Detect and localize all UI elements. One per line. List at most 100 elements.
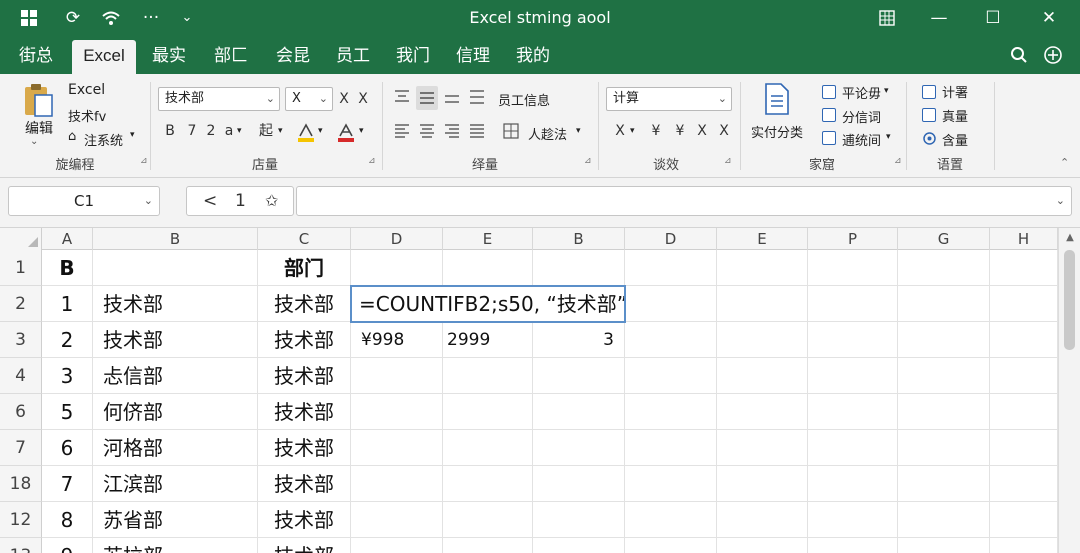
cell-b1[interactable]: [93, 250, 258, 286]
cell-a6[interactable]: 6: [42, 430, 93, 466]
empty-cell[interactable]: [990, 322, 1058, 358]
empty-cell[interactable]: [990, 394, 1058, 430]
empty-cell[interactable]: [533, 538, 625, 553]
justify-icon[interactable]: [468, 122, 486, 140]
empty-cell[interactable]: [808, 502, 898, 538]
empty-cell[interactable]: [533, 502, 625, 538]
document-icon[interactable]: [762, 82, 792, 116]
border-button[interactable]: 起: [257, 120, 275, 142]
sheet-icon[interactable]: [922, 108, 936, 122]
empty-cell[interactable]: [898, 394, 990, 430]
empty-cell[interactable]: [533, 250, 625, 286]
chevron-down-icon[interactable]: ▾: [884, 86, 889, 96]
name-box[interactable]: C1 ⌄: [8, 186, 160, 216]
row-header[interactable]: 4: [0, 358, 42, 394]
underline-button[interactable]: 2: [203, 120, 219, 142]
empty-cell[interactable]: [990, 466, 1058, 502]
empty-cell[interactable]: [625, 502, 717, 538]
tab-5[interactable]: 会昆: [266, 40, 320, 74]
cell-b7[interactable]: 江滨部: [93, 466, 258, 502]
empty-cell[interactable]: [625, 358, 717, 394]
empty-cell[interactable]: [808, 466, 898, 502]
empty-cell[interactable]: [351, 430, 443, 466]
cell-b9[interactable]: 苏拉部: [93, 538, 258, 553]
empty-cell[interactable]: [443, 394, 533, 430]
cell-c1[interactable]: 部门: [258, 250, 351, 286]
cell-b4[interactable]: 忐信部: [93, 358, 258, 394]
empty-cell[interactable]: [351, 250, 443, 286]
font-color-icon[interactable]: [336, 122, 356, 144]
cell-a8[interactable]: 8: [42, 502, 93, 538]
ribbon-item-g6-3[interactable]: 含量: [942, 130, 968, 149]
empty-cell[interactable]: [443, 538, 533, 553]
merge-icon[interactable]: [503, 123, 519, 139]
formula-cell[interactable]: =COUNTIFB2;s50, “技术部”: [351, 286, 627, 322]
formula-input[interactable]: ⌄: [296, 186, 1072, 216]
row-header[interactable]: 3: [0, 322, 42, 358]
empty-cell[interactable]: [625, 538, 717, 553]
column-header-k[interactable]: H: [990, 228, 1058, 250]
chevron-down-icon[interactable]: ▾: [130, 130, 135, 140]
launcher-icon[interactable]: ⊿: [140, 156, 148, 166]
empty-cell[interactable]: [533, 358, 625, 394]
row-header[interactable]: 2: [0, 286, 42, 322]
row-header[interactable]: 1: [0, 250, 42, 286]
ribbon-item-g5-1[interactable]: 平论毋: [842, 83, 881, 102]
empty-cell[interactable]: [717, 502, 808, 538]
empty-cell[interactable]: [533, 466, 625, 502]
column-header-a[interactable]: A: [42, 228, 93, 250]
empty-cell[interactable]: [898, 250, 990, 286]
close-icon[interactable]: ✕: [1034, 0, 1064, 36]
empty-cell[interactable]: [808, 430, 898, 466]
font-combo[interactable]: 技术部 ⌄: [158, 87, 280, 111]
empty-cell[interactable]: [808, 538, 898, 553]
empty-cell[interactable]: [443, 466, 533, 502]
ribbon-item-g5-3[interactable]: 逋统间: [842, 130, 881, 149]
shrink-font-button[interactable]: X: [356, 88, 370, 110]
empty-cell[interactable]: [443, 250, 533, 286]
vertical-scrollbar[interactable]: ▲: [1058, 228, 1080, 553]
ribbon-item-note[interactable]: 注系统: [84, 130, 123, 149]
comment-icon[interactable]: ⌂: [68, 129, 76, 144]
empty-cell[interactable]: [717, 322, 808, 358]
empty-cell[interactable]: [625, 322, 717, 358]
empty-cell[interactable]: [625, 394, 717, 430]
nav-back-button[interactable]: <: [203, 187, 217, 215]
empty-cell[interactable]: [808, 322, 898, 358]
row-header[interactable]: 6: [0, 394, 42, 430]
empty-cell[interactable]: [717, 538, 808, 553]
add-icon[interactable]: [1038, 40, 1068, 70]
format-button-4[interactable]: X: [694, 120, 710, 142]
empty-cell[interactable]: [990, 502, 1058, 538]
strike-button[interactable]: a: [221, 120, 237, 142]
empty-cell[interactable]: [717, 358, 808, 394]
nav-value[interactable]: 1: [235, 187, 246, 215]
column-header-f[interactable]: B: [533, 228, 625, 250]
ribbon-item-g6-2[interactable]: 真量: [942, 106, 968, 125]
grow-font-button[interactable]: X: [337, 88, 351, 110]
tab-4[interactable]: 部匚: [204, 40, 258, 74]
paste-icon[interactable]: [22, 82, 54, 118]
column-header-e[interactable]: E: [443, 228, 533, 250]
align-bottom-icon[interactable]: [443, 88, 461, 106]
cell-f3[interactable]: 3: [533, 322, 625, 358]
column-header-h[interactable]: E: [717, 228, 808, 250]
fill-color-icon[interactable]: [296, 122, 316, 144]
empty-cell[interactable]: [625, 250, 717, 286]
empty-cell[interactable]: [898, 322, 990, 358]
empty-cell[interactable]: [625, 430, 717, 466]
chevron-down-icon[interactable]: ▾: [278, 126, 283, 136]
empty-cell[interactable]: [351, 394, 443, 430]
chevron-down-icon[interactable]: ▾: [886, 132, 891, 142]
gear-icon[interactable]: [922, 131, 937, 146]
scroll-up-icon[interactable]: ▲: [1059, 232, 1080, 243]
collapse-ribbon-icon[interactable]: ⌃: [1060, 156, 1069, 169]
format-button-3[interactable]: ¥: [672, 120, 688, 142]
cell-style-icon[interactable]: [822, 108, 836, 122]
cell-b5[interactable]: 何侪部: [93, 394, 258, 430]
cell-a9[interactable]: 9: [42, 538, 93, 553]
wrap-text-icon[interactable]: [468, 88, 486, 106]
format-table-icon[interactable]: [822, 85, 836, 99]
pin-icon[interactable]: ✩: [265, 187, 278, 215]
empty-cell[interactable]: [990, 358, 1058, 394]
